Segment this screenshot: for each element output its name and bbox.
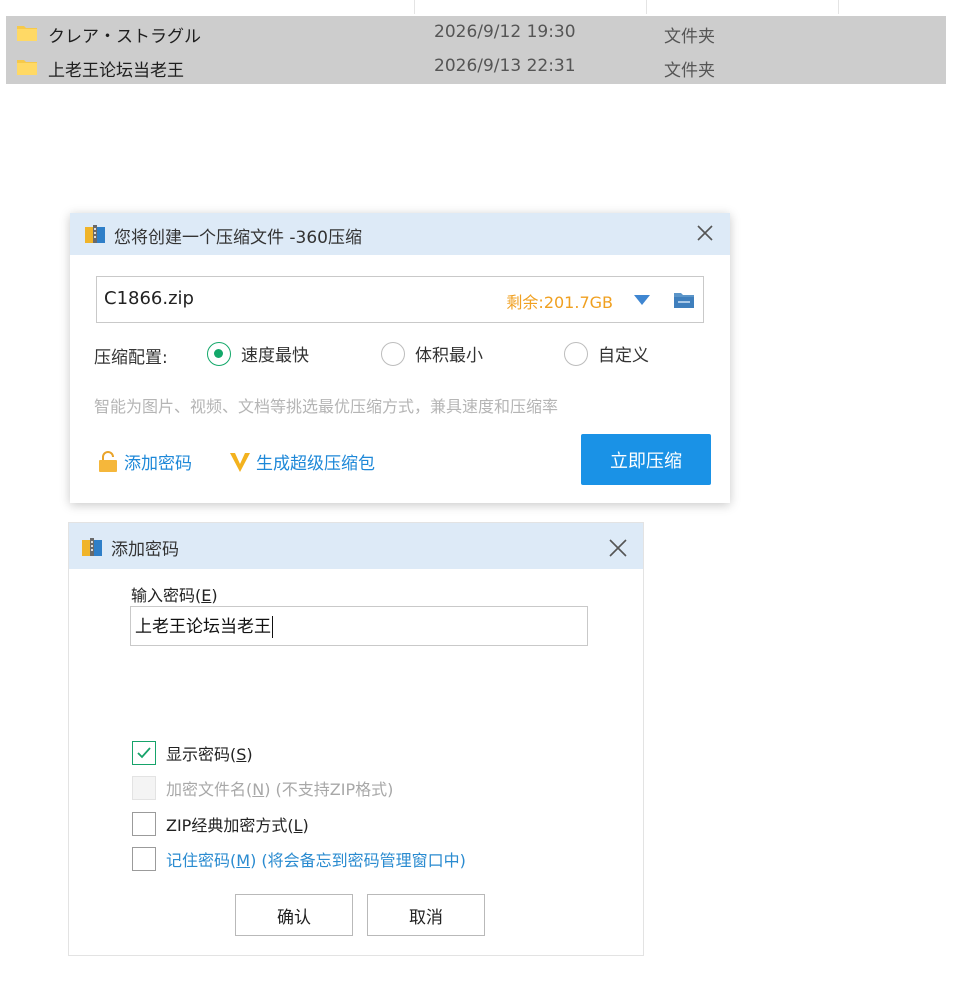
file-type: 文件夹 [664,61,715,81]
dialog-title-bar[interactable]: 添加密码 [69,523,643,569]
column-divider [646,0,647,14]
compression-hint: 智能为图片、视频、文档等挑选最优压缩方式，兼具速度和压缩率 [94,397,559,416]
checkbox-label: ZIP经典加密方式(L) [166,816,309,835]
file-row[interactable]: クレア・ストラグル 2026/9/12 19:30 文件夹 [6,16,946,50]
compress-now-button[interactable]: 立即压缩 [581,434,711,485]
checkbox-label: 显示密码(S) [166,745,253,764]
radio-button[interactable] [207,341,231,366]
free-space-label: 剩余:201.7GB [506,293,613,312]
password-input[interactable]: 上老王论坛当老王 [130,606,588,646]
remember-password-checkbox[interactable]: 记住密码(M) (将会备忘到密码管理窗口中) [132,847,466,871]
file-name: クレア・ストラグル [48,27,201,47]
checkbox[interactable] [132,847,156,871]
super-pack-label: 生成超级压缩包 [256,454,375,474]
check-icon [137,747,151,759]
radio-smallest[interactable]: 体积最小 [381,341,483,366]
radio-fastest[interactable]: 速度最快 [207,341,309,366]
dialog-title-bar[interactable]: 您将创建一个压缩文件 -360压缩 [70,213,730,255]
checkbox-label: 加密文件名(N) (不支持ZIP格式) [166,780,394,799]
close-icon[interactable] [607,537,629,559]
radio-label: 自定义 [598,346,649,366]
checkbox-label: 记住密码(M) (将会备忘到密码管理窗口中) [166,851,466,870]
password-input-label: 输入密码(E) [131,586,218,605]
add-password-dialog: 添加密码 输入密码(E) 上老王论坛当老王 显示密码(S) 加密文件名(N) (… [68,522,644,956]
encrypt-filename-checkbox: 加密文件名(N) (不支持ZIP格式) [132,776,393,800]
file-row[interactable]: 上老王论坛当老王 2026/9/13 22:31 文件夹 [6,50,946,84]
super-pack-link[interactable]: 生成超级压缩包 [228,449,375,474]
add-password-label: 添加密码 [124,454,192,474]
password-value: 上老王论坛当老王 [135,617,271,637]
archive-filename[interactable]: C1866.zip [104,288,194,309]
compression-config-label: 压缩配置: [94,348,168,368]
radio-button[interactable] [381,341,405,366]
radio-button[interactable] [564,341,588,366]
file-explorer-list: クレア・ストラグル 2026/9/12 19:30 文件夹 上老王论坛当老王 2… [0,0,960,90]
cancel-button[interactable]: 取消 [367,894,485,936]
close-icon[interactable] [694,222,716,244]
folder-icon [17,26,37,41]
text-caret [272,616,273,638]
zip-classic-encryption-checkbox[interactable]: ZIP经典加密方式(L) [132,812,309,836]
show-password-checkbox[interactable]: 显示密码(S) [132,741,253,765]
file-date: 2026/9/12 19:30 [434,22,576,42]
compress-dialog: 您将创建一个压缩文件 -360压缩 C1866.zip 剩余:201.7GB 压… [70,213,730,503]
lock-icon [99,450,117,472]
radio-custom[interactable]: 自定义 [564,341,649,366]
dialog-title: 添加密码 [111,540,179,560]
radio-label: 速度最快 [241,346,309,366]
add-password-link[interactable]: 添加密码 [96,449,192,474]
folder-browse-icon[interactable] [673,290,695,310]
file-date: 2026/9/13 22:31 [434,56,576,76]
chevron-down-icon[interactable] [634,295,650,305]
archive-filename-field[interactable]: C1866.zip 剩余:201.7GB [96,276,704,323]
file-type: 文件夹 [664,27,715,47]
folder-icon [17,60,37,75]
checkbox[interactable] [132,741,156,765]
archive-app-icon [85,225,105,243]
column-divider [414,0,415,14]
column-divider [838,0,839,14]
file-name: 上老王论坛当老王 [48,61,184,81]
archive-app-icon [82,538,102,556]
checkbox [132,776,156,800]
checkbox[interactable] [132,812,156,836]
radio-label: 体积最小 [415,346,483,366]
dialog-title: 您将创建一个压缩文件 -360压缩 [114,228,362,248]
vip-v-icon [230,452,250,472]
confirm-button[interactable]: 确认 [235,894,353,936]
